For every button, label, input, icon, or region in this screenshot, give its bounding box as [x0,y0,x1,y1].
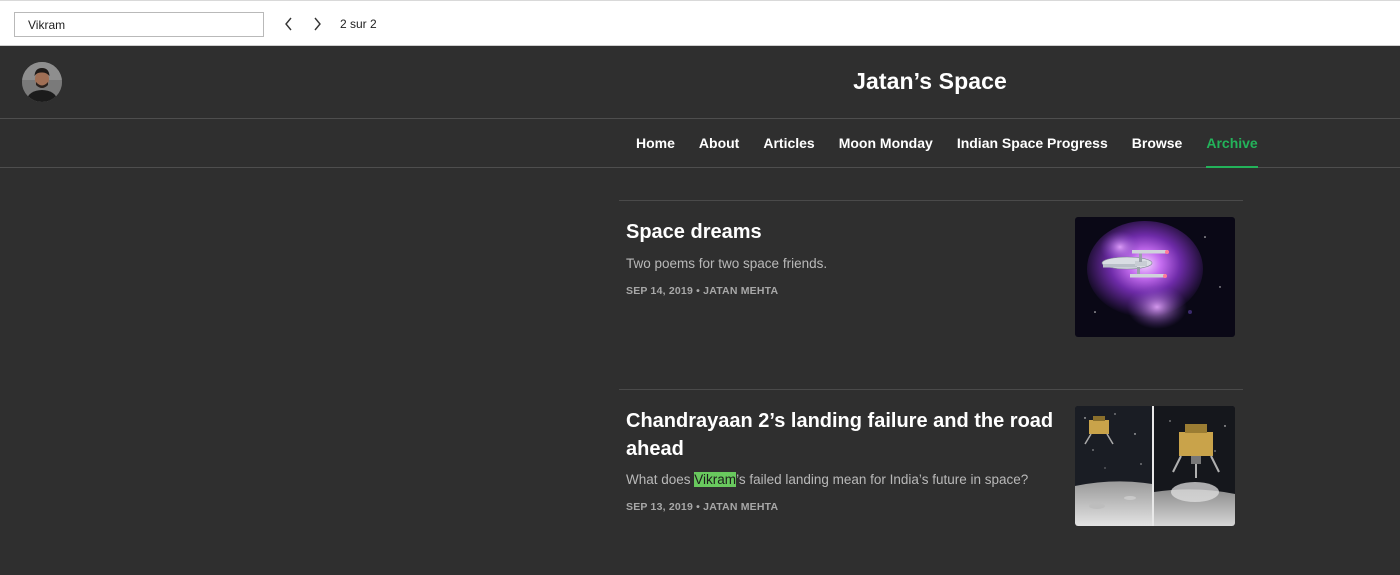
post-title[interactable]: Chandrayaan 2’s landing failure and the … [626,407,1056,463]
post-thumbnail[interactable] [1075,217,1235,337]
find-previous-button[interactable] [278,13,300,35]
post-card: Space dreams Two poems for two space fri… [619,200,1243,389]
nav-item-moon-monday[interactable]: Moon Monday [839,119,933,167]
post-date: SEP 14, 2019 [626,285,694,297]
post-author[interactable]: JATAN MEHTA [703,501,778,513]
post-meta: SEP 14, 2019 • JATAN MEHTA [626,285,778,297]
find-next-button[interactable] [306,13,328,35]
avatar[interactable] [22,62,62,102]
excerpt-text-after: ’s failed landing mean for India’s futur… [736,472,1029,487]
nav-item-indian-space-progress[interactable]: Indian Space Progress [957,119,1108,167]
post-title[interactable]: Space dreams [626,218,1056,246]
meta-separator: • [696,501,701,513]
chevron-right-icon [314,17,321,31]
nav-item-about[interactable]: About [699,119,739,167]
post-author[interactable]: JATAN MEHTA [703,285,778,297]
find-bar: 2 sur 2 [0,0,1400,46]
meta-separator: • [696,285,701,297]
post-meta: SEP 13, 2019 • JATAN MEHTA [626,501,778,513]
chevron-left-icon [285,17,292,31]
site-header: Jatan’s Space [0,46,1400,119]
nav-item-browse[interactable]: Browse [1132,119,1183,167]
find-match-count: 2 sur 2 [340,17,377,31]
excerpt-text-before: What does [626,472,695,487]
post-excerpt: What does Vikram’s failed landing mean f… [626,470,1066,490]
nav-item-archive[interactable]: Archive [1206,119,1259,168]
find-highlight: Vikram [694,472,737,487]
post-thumbnail[interactable] [1075,406,1235,526]
site-title[interactable]: Jatan’s Space [780,68,1080,95]
post-excerpt: Two poems for two space friends. [626,256,828,271]
find-input[interactable] [14,12,264,37]
post-date: SEP 13, 2019 [626,501,694,513]
main-navigation: Home About Articles Moon Monday Indian S… [0,119,1400,168]
nav-item-home[interactable]: Home [636,119,675,167]
nav-item-articles[interactable]: Articles [763,119,814,167]
post-card: Chandrayaan 2’s landing failure and the … [619,389,1243,575]
